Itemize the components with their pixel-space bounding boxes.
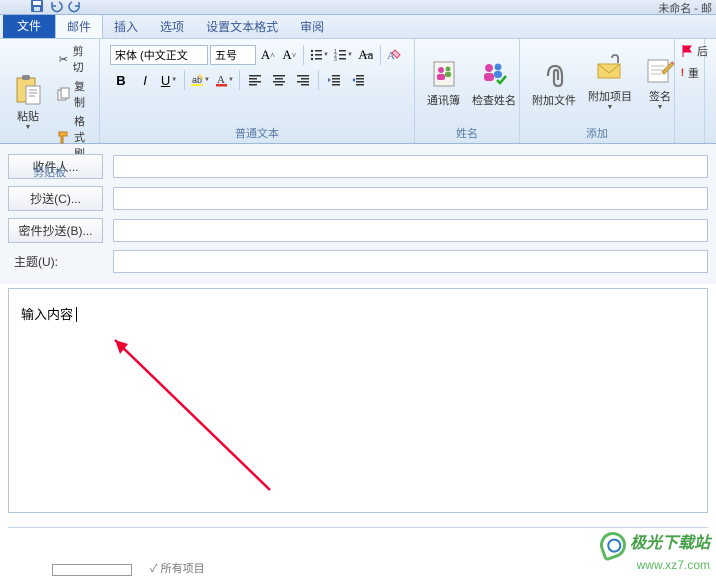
address-book-label: 通讯簿 [427,92,460,108]
font-size-select[interactable] [210,45,256,65]
align-right-button[interactable] [292,69,314,91]
follow-label: 后 [697,43,708,59]
group-label-font: 普通文本 [106,123,408,141]
undo-icon[interactable] [49,0,65,13]
ribbon: 粘贴 ▼ ✂剪切 复制 格式刷 剪贴板 A˄ A˅ ▼ 123▼ A̶a [0,39,716,144]
attach-file-button[interactable]: 附加文件 [526,42,582,123]
follow-up-button[interactable]: 后 [677,42,702,60]
italic-button[interactable]: I [134,69,156,91]
subject-label: 主题(U): [8,253,103,270]
paste-label: 粘贴 [17,108,39,124]
importance-label: 重 [688,65,699,81]
group-include: 附加文件 附加项目 ▼ 签名 ▼ 添加 [520,39,675,143]
underline-button[interactable]: U▼ [158,69,180,91]
bullets-button[interactable]: ▼ [308,44,330,66]
attach-item-label: 附加项目 [588,88,632,104]
highlight-button[interactable]: ab▼ [189,69,211,91]
tab-review[interactable]: 审阅 [289,14,335,38]
signature-label: 签名 [649,88,671,104]
separator [318,70,319,90]
font-family-select[interactable] [110,45,208,65]
signature-icon [644,54,676,86]
attach-item-button[interactable]: 附加项目 ▼ [582,42,638,123]
group-label-clipboard: 剪贴板 [6,162,93,180]
address-book-button[interactable]: 通讯簿 [421,42,466,123]
group-label-include: 添加 [526,123,668,141]
title-bar: 未命名 - 邮 [0,0,716,15]
shrink-font-button[interactable]: A˅ [280,44,300,66]
decrease-indent-button[interactable] [323,69,345,91]
save-icon[interactable] [30,0,46,13]
cc-input[interactable] [113,187,708,210]
chevron-down-icon: ▼ [25,124,32,131]
body-text: 输入内容 [21,307,73,322]
attach-item-icon [594,54,626,86]
window-title: 未命名 - 邮 [658,0,712,16]
paperclip-icon [538,58,570,90]
group-font: A˄ A˅ ▼ 123▼ A̶a A B I U▼ ab▼ A▼ [100,39,415,143]
text-cursor [73,307,77,322]
tab-format[interactable]: 设置文本格式 [195,14,289,38]
address-book-icon [428,58,460,90]
numbering-button[interactable]: 123▼ [332,44,354,66]
separator [239,70,240,90]
cc-button[interactable]: 抄送(C)... [8,186,103,211]
quick-access-toolbar [30,0,84,13]
subject-input[interactable] [113,250,708,273]
group-tags: 后 !重 [675,39,705,143]
group-names: 通讯簿 检查姓名 姓名 [415,39,520,143]
redo-icon[interactable] [68,0,84,13]
asian-layout-button[interactable]: A̶a [356,44,376,66]
watermark-logo-icon [596,528,629,561]
ribbon-tabs: 文件 邮件 插入 选项 设置文本格式 审阅 [0,15,716,39]
paste-button[interactable]: 粘贴 ▼ [6,42,50,162]
tab-file[interactable]: 文件 [3,14,55,38]
copy-label: 复制 [74,78,90,110]
tab-options[interactable]: 选项 [149,14,195,38]
footer-dropdown[interactable] [52,564,132,576]
check-names-label: 检查姓名 [472,92,516,108]
watermark-url: www.xz7.com [600,558,710,572]
bcc-input[interactable] [113,219,708,242]
align-left-button[interactable] [244,69,266,91]
attach-file-label: 附加文件 [532,92,576,108]
separator [303,45,304,65]
importance-high-icon: ! [680,65,685,81]
separator [184,70,185,90]
high-importance-button[interactable]: !重 [677,64,702,82]
to-input[interactable] [113,155,708,178]
watermark-site: 极光下载站 [630,535,710,552]
clear-format-button[interactable]: A [384,44,404,66]
bold-button[interactable]: B [110,69,132,91]
check-names-button[interactable]: 检查姓名 [466,42,522,123]
font-color-button[interactable]: A▼ [213,69,235,91]
bcc-button[interactable]: 密件抄送(B)... [8,218,103,243]
tab-insert[interactable]: 插入 [103,14,149,38]
cut-label: 剪切 [73,43,90,75]
separator [380,45,381,65]
copy-icon [57,86,71,102]
footer-separator [8,527,708,528]
chevron-down-icon: ▼ [607,104,614,111]
chevron-down-icon: ▼ [657,104,664,111]
check-names-icon [478,58,510,90]
watermark: 极光下载站 www.xz7.com [600,529,710,572]
cut-button[interactable]: ✂剪切 [54,42,93,76]
svg-text:3: 3 [334,57,337,62]
scissors-icon: ✂ [57,51,70,67]
tab-mail[interactable]: 邮件 [55,13,103,38]
recipient-fields: 收件人... 抄送(C)... 密件抄送(B)... 主题(U): [0,144,716,284]
footer-text: ✓ 所有项目 [150,560,205,576]
group-label-names: 姓名 [421,123,513,141]
flag-icon [680,43,694,59]
group-clipboard: 粘贴 ▼ ✂剪切 复制 格式刷 剪贴板 [0,39,100,143]
message-body[interactable]: 输入内容 [8,288,708,513]
paste-icon [12,74,44,106]
grow-font-button[interactable]: A˄ [258,44,278,66]
align-center-button[interactable] [268,69,290,91]
copy-button[interactable]: 复制 [54,77,93,111]
increase-indent-button[interactable] [347,69,369,91]
brush-icon [57,129,71,145]
